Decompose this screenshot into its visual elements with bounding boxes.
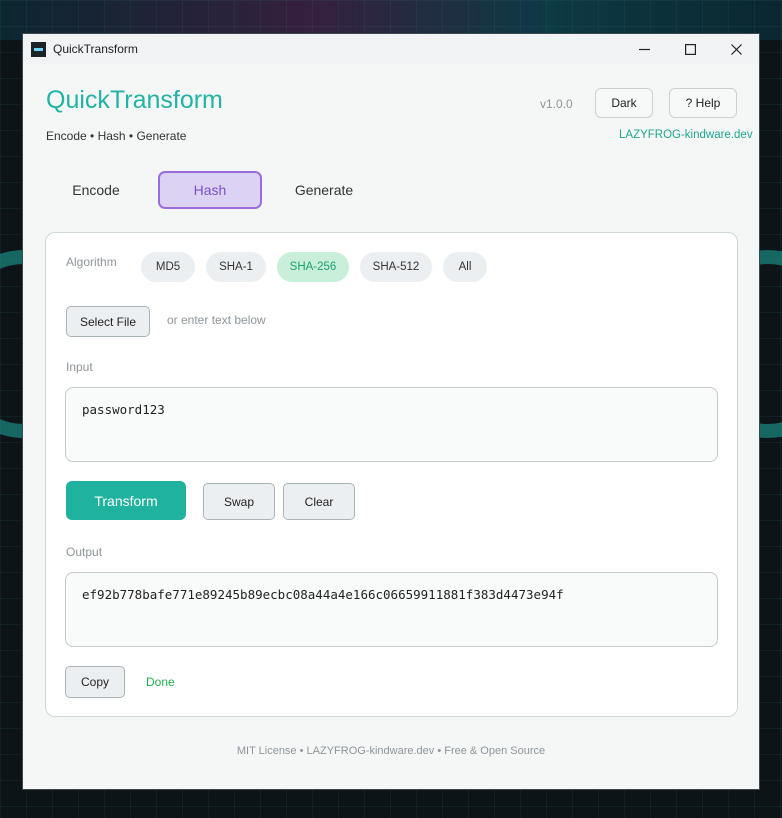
output-field[interactable]: ef92b778bafe771e89245b89ecbc08a44a4e166c… <box>65 572 718 647</box>
title-bar[interactable]: QuickTransform <box>23 34 759 64</box>
clear-button[interactable]: Clear <box>283 483 355 520</box>
select-file-button[interactable]: Select File <box>66 306 150 337</box>
swap-button[interactable]: Swap <box>203 483 275 520</box>
algorithm-sha256[interactable]: SHA-256 <box>277 252 349 282</box>
footer: MIT License • LAZYFROG-kindware.dev • Fr… <box>236 745 546 757</box>
input-label: Input <box>66 360 93 374</box>
help-button[interactable]: ? Help <box>669 88 737 118</box>
tab-hash[interactable]: Hash <box>158 171 262 209</box>
output-label: Output <box>66 545 103 559</box>
site-link[interactable]: LAZYFROG-kindware.dev <box>619 129 753 141</box>
maximize-icon <box>684 43 696 55</box>
close-icon <box>730 43 742 55</box>
close-button[interactable] <box>713 34 759 64</box>
app-icon <box>31 41 46 57</box>
app-tagline: Encode • Hash • Generate <box>46 129 187 143</box>
tab-generate[interactable]: Generate <box>275 171 373 209</box>
hash-panel: Algorithm MD5 SHA-1 SHA-256 SHA-512 All … <box>45 232 738 717</box>
algorithm-sha512[interactable]: SHA-512 <box>360 252 432 282</box>
tab-encode[interactable]: Encode <box>53 171 139 209</box>
algorithm-sha1[interactable]: SHA-1 <box>206 252 266 282</box>
status-text: Done <box>146 675 175 689</box>
copy-button[interactable]: Copy <box>65 666 125 698</box>
window-controls <box>621 34 759 64</box>
algorithm-md5[interactable]: MD5 <box>141 252 195 282</box>
minimize-button[interactable] <box>621 34 667 64</box>
window-title: QuickTransform <box>53 42 138 56</box>
app-content: QuickTransform Encode • Hash • Generate … <box>23 64 759 789</box>
transform-button[interactable]: Transform <box>66 481 186 520</box>
maximize-button[interactable] <box>667 34 713 64</box>
dark-mode-button[interactable]: Dark <box>595 88 653 118</box>
minimize-icon <box>638 48 650 50</box>
input-field[interactable]: password123 <box>65 387 718 462</box>
app-title: QuickTransform <box>46 86 223 114</box>
app-window: QuickTransform QuickTransform Encode • H… <box>22 33 760 790</box>
file-hint: or enter text below <box>167 313 266 327</box>
algorithm-label: Algorithm <box>66 255 117 269</box>
version-label: v1.0.0 <box>540 97 573 111</box>
algorithm-all[interactable]: All <box>443 252 487 282</box>
